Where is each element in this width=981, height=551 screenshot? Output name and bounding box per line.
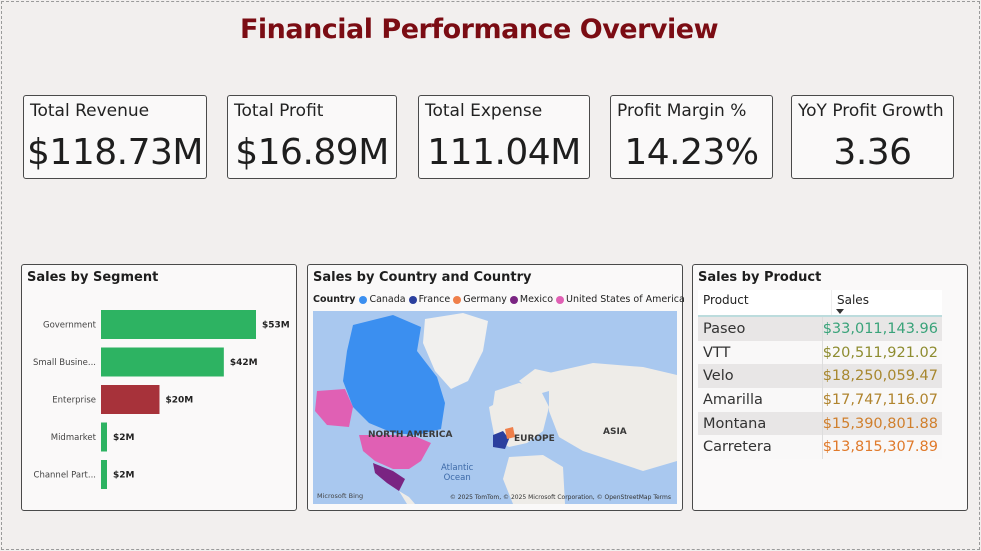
sales-cell: $13,815,307.89 bbox=[821, 435, 942, 460]
legend-dot bbox=[509, 295, 518, 304]
usa-shape[interactable] bbox=[359, 435, 431, 469]
legend-dot bbox=[453, 295, 462, 304]
legend-label: Canada bbox=[369, 294, 406, 305]
legend-dot bbox=[556, 295, 565, 304]
ocean-label-line1: Atlantic bbox=[441, 463, 474, 473]
kpi-label: Profit Margin % bbox=[617, 101, 747, 121]
bar-data-label: $20M bbox=[165, 396, 193, 406]
legend-title: Country bbox=[313, 294, 356, 305]
kpi-value: $118.73M bbox=[27, 132, 203, 173]
kpi-label: YoY Profit Growth bbox=[798, 101, 944, 121]
panel-title: Sales by Country and Country bbox=[313, 270, 532, 285]
kpi-card-total-expense[interactable]: Total Expense 111.04M bbox=[418, 95, 590, 179]
sales-by-product-panel[interactable]: Sales by Product Product Sales Paseo $33,… bbox=[692, 264, 968, 511]
segment-bar[interactable] bbox=[101, 422, 107, 452]
table-header: Product Sales bbox=[698, 290, 942, 317]
product-cell: Carretera bbox=[703, 439, 772, 456]
ocean-label: Atlantic Ocean bbox=[441, 463, 473, 483]
europe-label: EUROPE bbox=[514, 434, 555, 444]
panel-title: Sales by Product bbox=[698, 270, 822, 285]
column-header-sales[interactable]: Sales bbox=[831, 290, 942, 315]
sales-cell: $15,390,801.88 bbox=[821, 411, 942, 436]
kpi-value: 3.36 bbox=[833, 132, 912, 173]
product-cell: VTT bbox=[703, 344, 731, 361]
legend-label: France bbox=[418, 294, 451, 305]
north-america-label: NORTH AMERICA bbox=[368, 430, 453, 440]
legend-item-usa[interactable]: United States of America bbox=[556, 294, 685, 305]
kpi-label: Total Revenue bbox=[30, 101, 150, 121]
category-tick-label: Government bbox=[43, 321, 97, 331]
kpi-value: $16.89M bbox=[235, 132, 389, 173]
category-tick-label: Midmarket bbox=[51, 433, 97, 443]
kpi-label: Total Expense bbox=[425, 101, 543, 121]
kpi-value: 111.04M bbox=[427, 132, 581, 173]
bar-data-label: $42M bbox=[230, 358, 258, 368]
legend-item-france[interactable]: France bbox=[408, 294, 451, 305]
kpi-value: 14.23% bbox=[624, 132, 759, 173]
legend-item-germany[interactable]: Germany bbox=[453, 294, 507, 305]
asia-shape bbox=[549, 363, 677, 471]
bing-logo: Microsoft Bing bbox=[317, 492, 364, 500]
bar-data-label: $53M bbox=[262, 321, 290, 331]
table-row[interactable]: Paseo $33,011,143.96 bbox=[698, 317, 942, 341]
sales-cell: $17,747,116.07 bbox=[821, 388, 942, 412]
legend-label: United States of America bbox=[566, 294, 685, 305]
sort-descending-icon[interactable] bbox=[836, 309, 844, 314]
table-row[interactable]: VTT $20,511,921.02 bbox=[698, 340, 942, 365]
sales-cell: $33,011,143.96 bbox=[821, 317, 942, 341]
legend-dot bbox=[408, 295, 417, 304]
category-tick-label: Enterprise bbox=[52, 396, 96, 406]
map-attribution[interactable]: © 2025 TomTom, © 2025 Microsoft Corporat… bbox=[450, 494, 671, 501]
segment-bar[interactable] bbox=[101, 460, 107, 489]
product-table: Product Sales Paseo $33,011,143.96 VTT $20,… bbox=[698, 290, 942, 460]
legend-dot bbox=[359, 295, 368, 304]
category-tick-label: Channel Part... bbox=[34, 471, 96, 481]
kpi-card-total-profit[interactable]: Total Profit $16.89M bbox=[227, 95, 397, 179]
legend-label: Germany bbox=[463, 294, 507, 305]
column-header-product[interactable]: Product bbox=[698, 290, 831, 315]
legend-item-mexico[interactable]: Mexico bbox=[509, 294, 554, 305]
product-cell: Montana bbox=[703, 415, 767, 432]
page-title: Financial Performance Overview bbox=[239, 14, 719, 45]
sales-cell: $18,250,059.47 bbox=[821, 364, 942, 389]
table-row[interactable]: Montana $15,390,801.88 bbox=[698, 411, 942, 436]
kpi-card-profit-margin[interactable]: Profit Margin % 14.23% bbox=[610, 95, 773, 179]
sales-by-segment-panel[interactable]: Sales by Segment Government $53M Small Bus… bbox=[21, 264, 297, 511]
product-cell: Velo bbox=[703, 368, 734, 385]
sales-cell: $20,511,921.02 bbox=[821, 340, 942, 365]
kpi-card-total-revenue[interactable]: Total Revenue $118.73M bbox=[23, 95, 207, 179]
ocean-label-line2: Ocean bbox=[443, 473, 471, 483]
segment-bar[interactable] bbox=[101, 310, 256, 339]
table-row[interactable]: Carretera $13,815,307.89 bbox=[698, 435, 942, 460]
table-row[interactable]: Amarilla $17,747,116.07 bbox=[698, 388, 942, 412]
product-cell: Paseo bbox=[703, 320, 746, 337]
alaska-shape[interactable] bbox=[315, 389, 353, 427]
bar-data-label: $2M bbox=[113, 433, 135, 443]
segment-bar[interactable] bbox=[101, 347, 224, 377]
central-america-shape bbox=[399, 491, 415, 504]
map-shapes bbox=[315, 313, 677, 504]
legend-label: Mexico bbox=[519, 294, 554, 305]
map-legend: Country Canada France Germany Mexico Uni… bbox=[313, 294, 688, 305]
category-tick-label: Small Busine... bbox=[33, 358, 96, 368]
segment-bar-chart: Government $53M Small Busine... $42M Enterpr… bbox=[33, 310, 290, 489]
asia-label: ASIA bbox=[603, 427, 627, 437]
table-row[interactable]: Velo $18,250,059.47 bbox=[698, 364, 942, 389]
product-cell: Amarilla bbox=[703, 391, 763, 408]
bar-data-label: $2M bbox=[113, 471, 135, 481]
segment-bar[interactable] bbox=[101, 385, 160, 414]
world-map[interactable]: NORTH AMERICA EUROPE ASIA Atlantic Ocean… bbox=[313, 311, 677, 504]
legend-item-canada[interactable]: Canada bbox=[359, 294, 406, 305]
kpi-label: Total Profit bbox=[234, 101, 324, 121]
kpi-card-yoy-profit-growth[interactable]: YoY Profit Growth 3.36 bbox=[791, 95, 954, 179]
sales-by-country-panel[interactable]: Sales by Country and Country Country Can… bbox=[307, 264, 685, 511]
table-body: Paseo $33,011,143.96 VTT $20,511,921.02 Velo… bbox=[698, 317, 942, 460]
